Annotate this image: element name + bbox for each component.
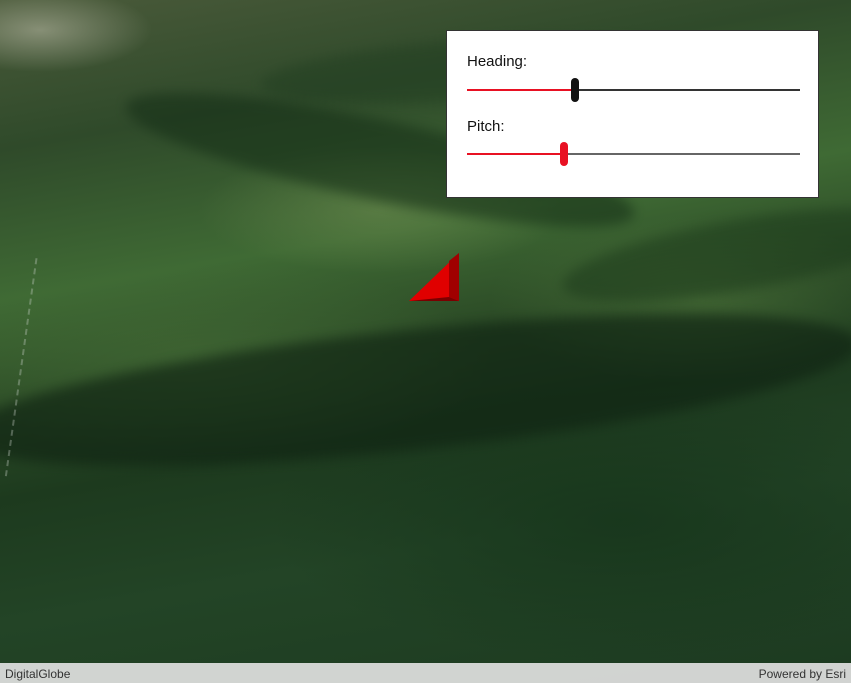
orientation-panel: Heading: Pitch: — [446, 30, 819, 198]
heading-slider-fill — [467, 89, 575, 91]
pitch-slider-thumb[interactable] — [560, 142, 568, 166]
attribution-bar: DigitalGlobe Powered by Esri — [0, 663, 851, 683]
scene-view[interactable]: Heading: Pitch: DigitalGlobe Powered by … — [0, 0, 851, 683]
heading-slider-track — [575, 89, 800, 91]
attribution-source: DigitalGlobe — [5, 667, 71, 681]
pitch-slider[interactable] — [467, 142, 800, 166]
pitch-slider-fill — [467, 153, 564, 155]
heading-slider[interactable] — [467, 78, 800, 102]
terrain-ridge — [0, 283, 851, 497]
pitch-label: Pitch: — [467, 118, 505, 135]
red-triangle-icon[interactable] — [408, 252, 460, 302]
heading-label: Heading: — [467, 53, 528, 70]
powered-by-label[interactable]: Powered by Esri — [759, 667, 846, 681]
pitch-slider-track — [564, 153, 800, 155]
heading-slider-thumb[interactable] — [571, 78, 579, 102]
